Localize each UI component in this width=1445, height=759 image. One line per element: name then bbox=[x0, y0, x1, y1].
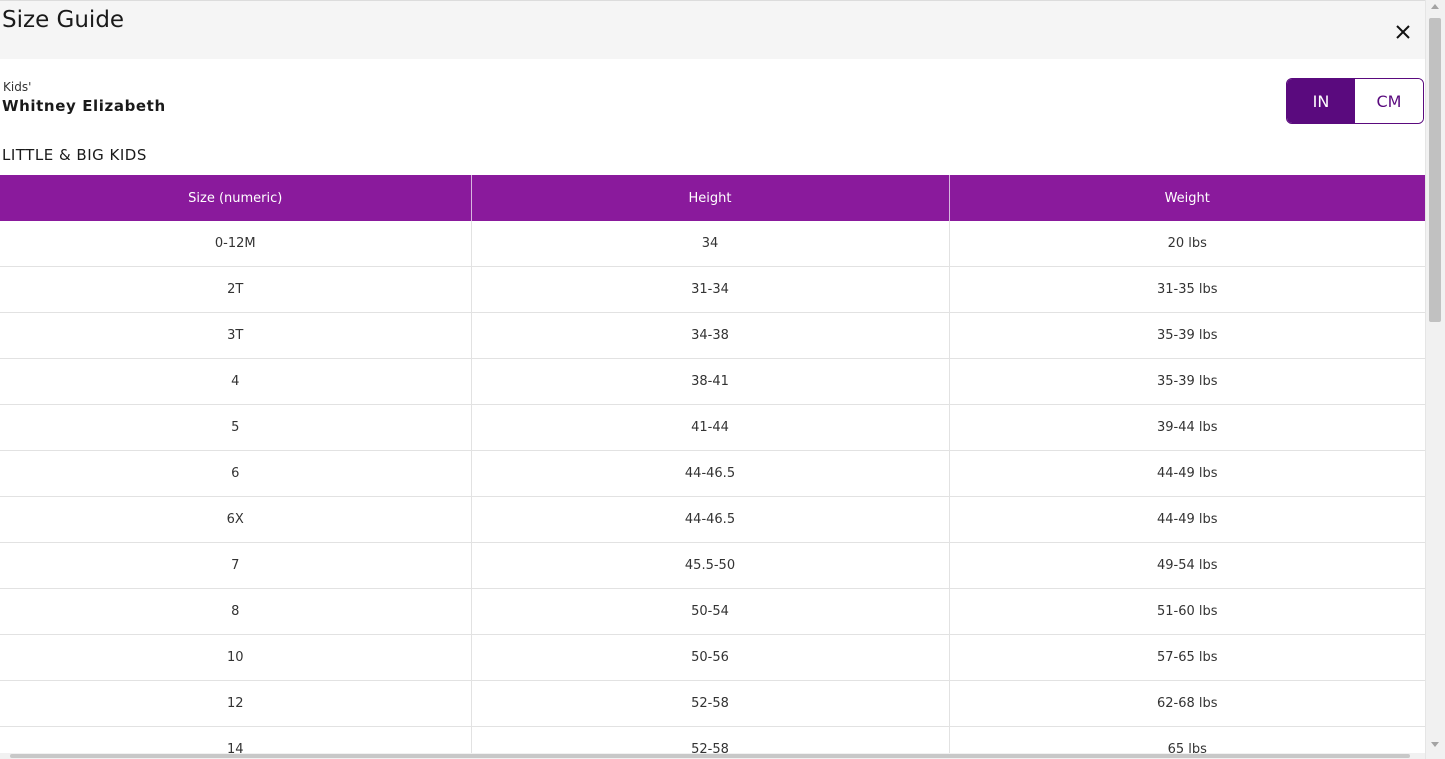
table-row: 6 44-46.5 44-49 lbs bbox=[0, 450, 1425, 497]
table-row: 2T 31-34 31-35 lbs bbox=[0, 266, 1425, 313]
size-guide-modal: Size Guide Kids' Whitney Elizabeth IN CM… bbox=[0, 0, 1445, 759]
cell-height: 44-46.5 bbox=[471, 496, 950, 543]
column-header-size: Size (numeric) bbox=[0, 175, 472, 221]
unit-in-button[interactable]: IN bbox=[1287, 79, 1355, 123]
table-header-row: Size (numeric) Height Weight bbox=[0, 175, 1425, 221]
cell-size: 3T bbox=[0, 312, 472, 359]
table-row: 3T 34-38 35-39 lbs bbox=[0, 312, 1425, 359]
cell-weight: 20 lbs bbox=[949, 221, 1425, 267]
cell-height: 34 bbox=[471, 221, 950, 267]
cell-weight: 44-49 lbs bbox=[949, 496, 1425, 543]
table-row: 12 52-58 62-68 lbs bbox=[0, 680, 1425, 727]
cell-size: 8 bbox=[0, 588, 472, 635]
table-row: 7 45.5-50 49-54 lbs bbox=[0, 542, 1425, 589]
horizontal-scroll-thumb[interactable] bbox=[10, 754, 1410, 758]
cell-size: 6 bbox=[0, 450, 472, 497]
unit-toggle: IN CM bbox=[1286, 78, 1424, 124]
unit-cm-button[interactable]: CM bbox=[1355, 79, 1423, 123]
cell-height: 45.5-50 bbox=[471, 542, 950, 589]
table-row: 10 50-56 57-65 lbs bbox=[0, 634, 1425, 681]
cell-size: 4 bbox=[0, 358, 472, 405]
scroll-up-arrow-icon[interactable] bbox=[1431, 4, 1439, 9]
cell-height: 34-38 bbox=[471, 312, 950, 359]
cell-weight: 49-54 lbs bbox=[949, 542, 1425, 589]
product-brand: Whitney Elizabeth bbox=[2, 97, 166, 115]
cell-height: 50-54 bbox=[471, 588, 950, 635]
close-button[interactable] bbox=[1392, 21, 1414, 43]
cell-height: 38-41 bbox=[471, 358, 950, 405]
table-row: 4 38-41 35-39 lbs bbox=[0, 358, 1425, 405]
section-title: LITTLE & BIG KIDS bbox=[2, 146, 147, 164]
column-header-weight: Weight bbox=[949, 175, 1425, 221]
cell-height: 50-56 bbox=[471, 634, 950, 681]
cell-height: 52-58 bbox=[471, 680, 950, 727]
cell-size: 2T bbox=[0, 266, 472, 313]
vertical-scrollbar[interactable] bbox=[1425, 0, 1445, 759]
cell-size: 12 bbox=[0, 680, 472, 727]
product-category: Kids' bbox=[3, 80, 32, 94]
modal-title: Size Guide bbox=[2, 7, 125, 33]
cell-size: 6X bbox=[0, 496, 472, 543]
cell-height: 31-34 bbox=[471, 266, 950, 313]
table-row: 6X 44-46.5 44-49 lbs bbox=[0, 496, 1425, 543]
cell-weight: 57-65 lbs bbox=[949, 634, 1425, 681]
cell-size: 7 bbox=[0, 542, 472, 589]
cell-weight: 39-44 lbs bbox=[949, 404, 1425, 451]
cell-weight: 51-60 lbs bbox=[949, 588, 1425, 635]
cell-size: 10 bbox=[0, 634, 472, 681]
table-row: 0-12M 34 20 lbs bbox=[0, 221, 1425, 267]
table-row: 8 50-54 51-60 lbs bbox=[0, 588, 1425, 635]
close-icon bbox=[1396, 25, 1410, 39]
cell-height: 41-44 bbox=[471, 404, 950, 451]
horizontal-scrollbar[interactable] bbox=[0, 753, 1425, 759]
cell-weight: 62-68 lbs bbox=[949, 680, 1425, 727]
cell-weight: 35-39 lbs bbox=[949, 358, 1425, 405]
cell-weight: 35-39 lbs bbox=[949, 312, 1425, 359]
cell-size: 0-12M bbox=[0, 221, 472, 267]
column-header-height: Height bbox=[471, 175, 950, 221]
cell-size: 5 bbox=[0, 404, 472, 451]
scroll-down-arrow-icon[interactable] bbox=[1431, 742, 1439, 747]
size-table: Size (numeric) Height Weight 0-12M 34 20… bbox=[0, 175, 1425, 759]
cell-weight: 31-35 lbs bbox=[949, 266, 1425, 313]
modal-header: Size Guide bbox=[0, 0, 1425, 59]
table-row: 5 41-44 39-44 lbs bbox=[0, 404, 1425, 451]
vertical-scroll-thumb[interactable] bbox=[1429, 18, 1441, 322]
cell-height: 44-46.5 bbox=[471, 450, 950, 497]
cell-weight: 44-49 lbs bbox=[949, 450, 1425, 497]
